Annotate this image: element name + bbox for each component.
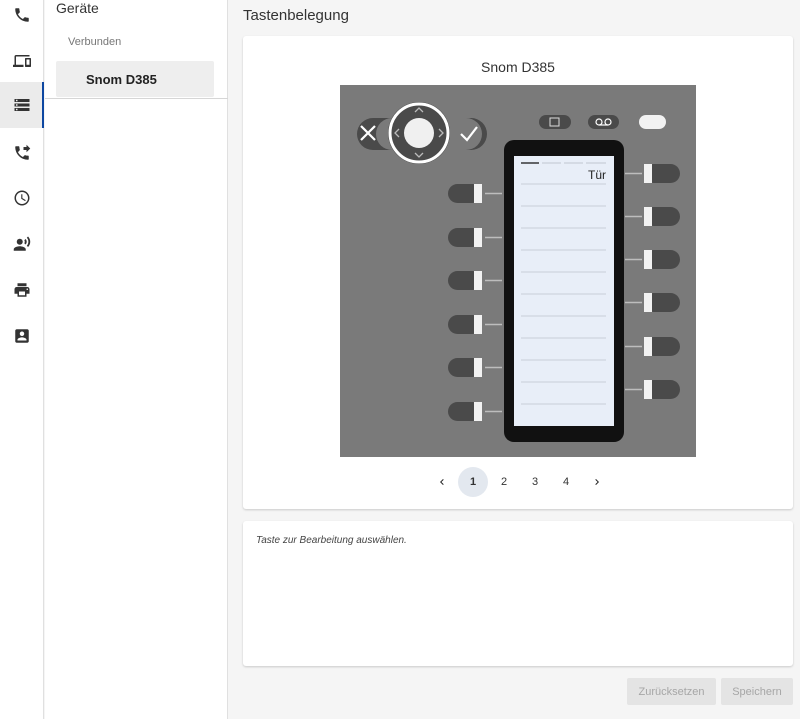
icon-rail bbox=[0, 0, 44, 719]
rail-item-phone[interactable] bbox=[0, 0, 44, 38]
server-icon bbox=[14, 99, 30, 111]
call-forward-icon bbox=[15, 144, 31, 160]
rail-item-voice[interactable] bbox=[0, 221, 44, 267]
device-item-snom-d385[interactable]: Snom D385 bbox=[56, 61, 214, 97]
phone-icon bbox=[15, 8, 29, 22]
rail-item-devices[interactable] bbox=[0, 38, 44, 84]
chevron-right-icon bbox=[595, 479, 599, 485]
save-button[interactable]: Speichern bbox=[721, 678, 793, 705]
pagination: 1 2 3 4 bbox=[427, 467, 613, 497]
clock-icon bbox=[14, 190, 30, 206]
record-voice-icon bbox=[13, 236, 31, 251]
phone-illustration: Tür bbox=[340, 85, 696, 457]
rail-item-contacts[interactable] bbox=[0, 313, 44, 359]
menu-key[interactable] bbox=[639, 115, 666, 129]
screen-key-label: Tür bbox=[588, 168, 606, 182]
page-button-4[interactable]: 4 bbox=[551, 467, 581, 497]
device-panel: Geräte Verbunden Snom D385 bbox=[45, 0, 228, 719]
rail-item-call-forward[interactable] bbox=[0, 130, 44, 176]
device-section-label: Verbunden bbox=[68, 36, 122, 48]
device-item-label: Snom D385 bbox=[86, 71, 157, 87]
key-edit-card: Taste zur Bearbeitung auswählen. bbox=[243, 521, 793, 666]
voicemail-key[interactable] bbox=[588, 115, 619, 129]
chevron-left-icon bbox=[440, 479, 444, 485]
rail-item-server[interactable] bbox=[0, 82, 44, 128]
rail-item-print[interactable] bbox=[0, 267, 44, 313]
display-screen bbox=[514, 156, 614, 426]
key-layout-card: Snom D385 Tür 1 2 3 4 bbox=[243, 36, 793, 509]
phone-model-title: Snom D385 bbox=[481, 59, 555, 75]
page-title: Tastenbelegung bbox=[243, 7, 349, 24]
page-button-1[interactable]: 1 bbox=[458, 467, 488, 497]
contact-card-icon bbox=[15, 329, 29, 343]
page-button-3[interactable]: 3 bbox=[520, 467, 550, 497]
page-button-2[interactable]: 2 bbox=[489, 467, 519, 497]
rail-item-history[interactable] bbox=[0, 175, 44, 221]
printer-icon bbox=[14, 283, 30, 297]
prev-page-button[interactable] bbox=[427, 467, 457, 497]
edit-hint: Taste zur Bearbeitung auswählen. bbox=[256, 535, 407, 546]
reset-button[interactable]: Zurücksetzen bbox=[627, 678, 716, 705]
device-panel-title: Geräte bbox=[56, 0, 99, 16]
next-page-button[interactable] bbox=[582, 467, 612, 497]
divider bbox=[45, 98, 228, 99]
devices-icon bbox=[13, 55, 31, 67]
navigation-ring[interactable] bbox=[388, 102, 450, 164]
directory-key[interactable] bbox=[539, 115, 571, 129]
